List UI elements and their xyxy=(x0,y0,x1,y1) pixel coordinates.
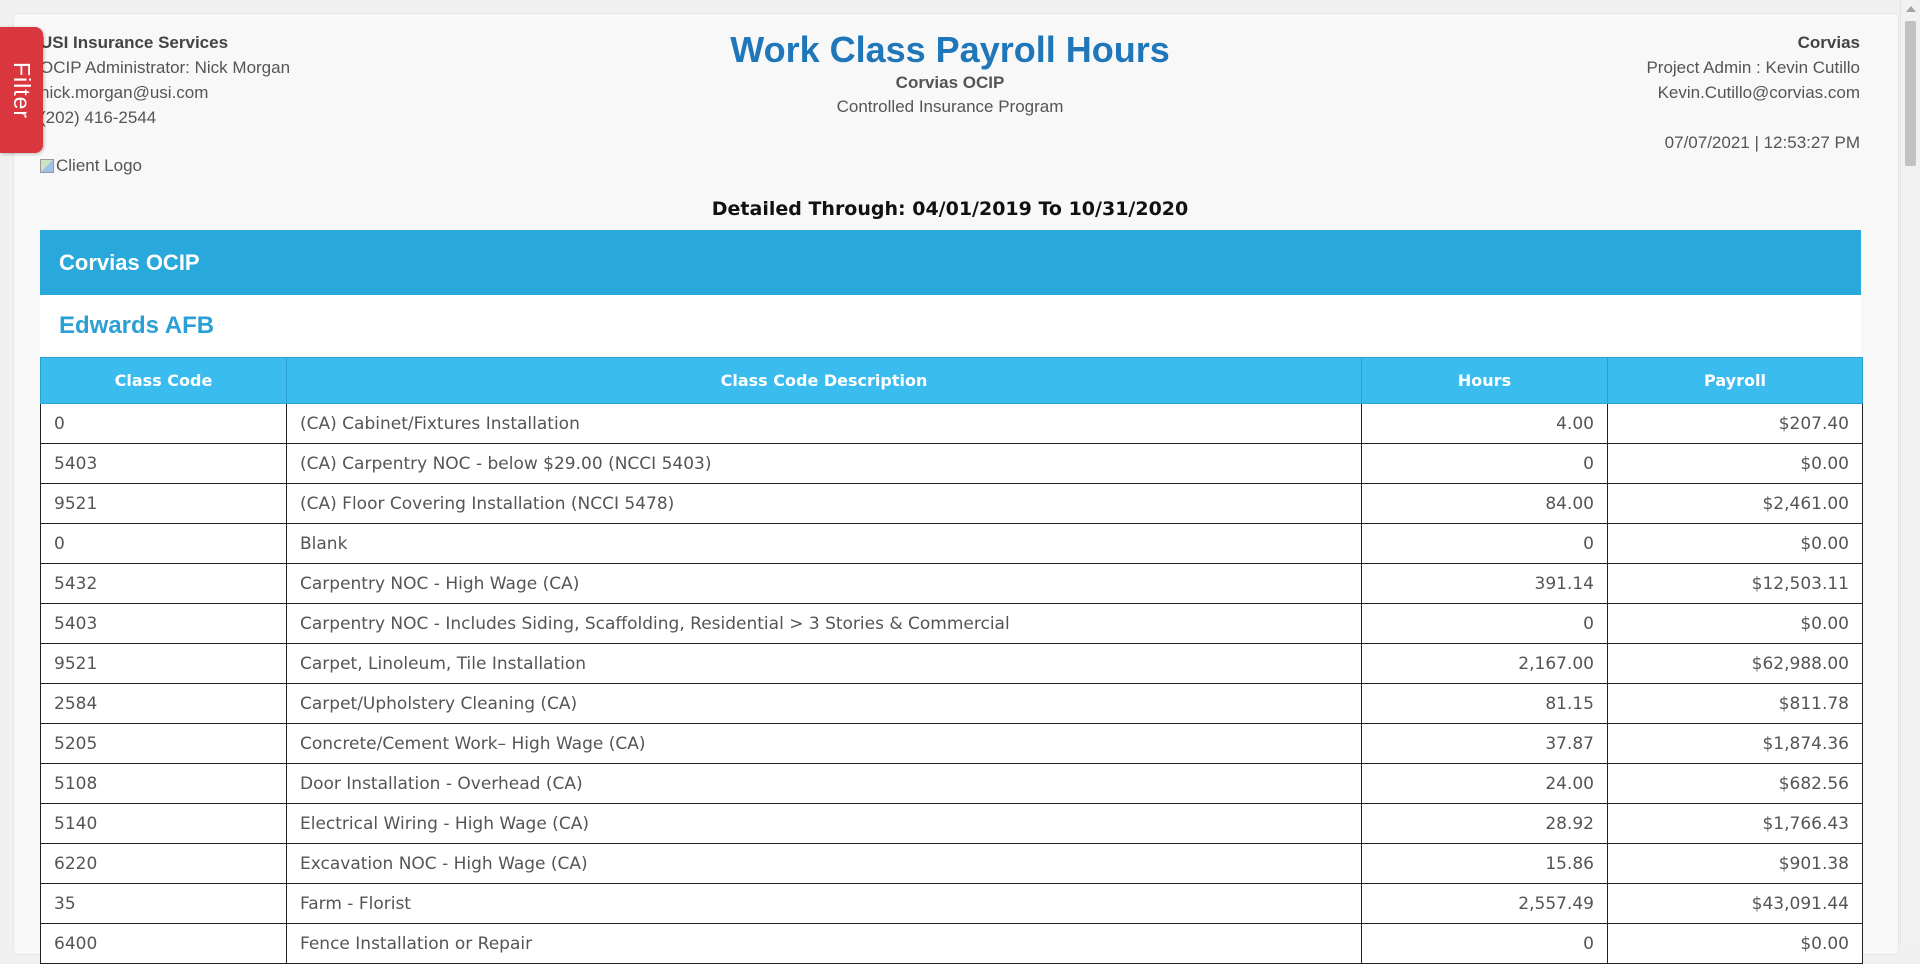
cell-class-code: 9521 xyxy=(40,643,287,684)
cell-description: (CA) Floor Covering Installation (NCCI 5… xyxy=(286,483,1362,524)
cell-class-code: 35 xyxy=(40,883,287,924)
table-row: 5205 Concrete/Cement Work– High Wage (CA)… xyxy=(40,723,1863,764)
col-hours[interactable]: Hours xyxy=(1361,357,1608,404)
cell-class-code: 5403 xyxy=(40,603,287,644)
table-row: 5108 Door Installation - Overhead (CA) 24.… xyxy=(40,763,1863,804)
cell-description: Door Installation - Overhead (CA) xyxy=(286,763,1362,804)
cell-hours: 0 xyxy=(1361,523,1608,564)
cell-description: Blank xyxy=(286,523,1362,564)
date-range: Detailed Through: 04/01/2019 To 10/31/20… xyxy=(711,198,1189,220)
col-class-code[interactable]: Class Code xyxy=(40,357,287,404)
cell-payroll: $0.00 xyxy=(1607,923,1863,964)
report-timestamp: 07/07/2021 | 12:53:27 PM xyxy=(1664,133,1860,152)
cell-hours: 391.14 xyxy=(1361,563,1608,604)
cell-description: Electrical Wiring - High Wage (CA) xyxy=(286,803,1362,844)
program-name: Controlled Insurance Program xyxy=(836,97,1064,116)
cell-payroll: $0.00 xyxy=(1607,523,1863,564)
table-row: 9521 (CA) Floor Covering Installation (NC… xyxy=(40,483,1863,524)
cell-hours: 2,557.49 xyxy=(1361,883,1608,924)
cell-description: Farm - Florist xyxy=(286,883,1362,924)
project-name: Edwards AFB xyxy=(40,295,1861,357)
cell-class-code: 0 xyxy=(40,523,287,564)
table-row: 0 Blank 0 $0.00 xyxy=(40,523,1863,564)
table-row: 6400 Fence Installation or Repair 0 $0.00 xyxy=(40,923,1863,964)
cell-class-code: 9521 xyxy=(40,483,287,524)
cell-hours: 4.00 xyxy=(1361,403,1608,444)
cell-payroll: $207.40 xyxy=(1607,403,1863,444)
cell-description: Concrete/Cement Work– High Wage (CA) xyxy=(286,723,1362,764)
cell-description: Carpet, Linoleum, Tile Installation xyxy=(286,643,1362,684)
table-row: 5403 (CA) Carpentry NOC - below $29.00 (N… xyxy=(40,443,1863,484)
cell-payroll: $43,091.44 xyxy=(1607,883,1863,924)
report-header: Work Class Payroll Hours Corvias OCIP Co… xyxy=(0,28,1900,120)
broken-image-icon xyxy=(40,159,54,173)
page-title: Work Class Payroll Hours xyxy=(730,29,1170,70)
cell-payroll: $12,503.11 xyxy=(1607,563,1863,604)
client-company-name: Corvias xyxy=(1797,33,1860,52)
scrollbar-thumb[interactable] xyxy=(1905,21,1916,166)
payroll-table: Class Code Class Code Description Hours … xyxy=(40,357,1863,964)
cell-description: Carpentry NOC - High Wage (CA) xyxy=(286,563,1362,604)
cell-hours: 2,167.00 xyxy=(1361,643,1608,684)
cell-payroll: $0.00 xyxy=(1607,443,1863,484)
cell-description: (CA) Cabinet/Fixtures Installation xyxy=(286,403,1362,444)
table-row: 35 Farm - Florist 2,557.49 $43,091.44 xyxy=(40,883,1863,924)
cell-payroll: $1,874.36 xyxy=(1607,723,1863,764)
table-row: 5432 Carpentry NOC - High Wage (CA) 391.14… xyxy=(40,563,1863,604)
cell-hours: 15.86 xyxy=(1361,843,1608,884)
program-band: Corvias OCIP xyxy=(40,230,1861,295)
cell-hours: 0 xyxy=(1361,923,1608,964)
cell-payroll: $1,766.43 xyxy=(1607,803,1863,844)
cell-class-code: 5205 xyxy=(40,723,287,764)
cell-hours: 84.00 xyxy=(1361,483,1608,524)
project-admin: Project Admin : Kevin Cutillo xyxy=(1646,58,1860,77)
cell-class-code: 6220 xyxy=(40,843,287,884)
report-subtitle: Corvias OCIP xyxy=(895,73,1005,92)
cell-hours: 24.00 xyxy=(1361,763,1608,804)
client-logo: Client Logo xyxy=(40,156,142,176)
col-payroll[interactable]: Payroll xyxy=(1607,357,1863,404)
table-row: 5140 Electrical Wiring - High Wage (CA) 28… xyxy=(40,803,1863,844)
cell-description: Excavation NOC - High Wage (CA) xyxy=(286,843,1362,884)
scroll-up-arrow-icon[interactable] xyxy=(1906,6,1916,12)
cell-description: Carpentry NOC - Includes Siding, Scaffol… xyxy=(286,603,1362,644)
cell-description: Fence Installation or Repair xyxy=(286,923,1362,964)
client-logo-alt: Client Logo xyxy=(56,156,143,175)
cell-hours: 28.92 xyxy=(1361,803,1608,844)
cell-payroll: $901.38 xyxy=(1607,843,1863,884)
col-class-code-description[interactable]: Class Code Description xyxy=(286,357,1362,404)
cell-hours: 81.15 xyxy=(1361,683,1608,724)
vertical-scrollbar[interactable] xyxy=(1900,0,1920,942)
cell-class-code: 5432 xyxy=(40,563,287,604)
cell-payroll: $0.00 xyxy=(1607,603,1863,644)
cell-hours: 0 xyxy=(1361,443,1608,484)
cell-class-code: 5140 xyxy=(40,803,287,844)
client-contact-block: Corvias Project Admin : Kevin Cutillo Ke… xyxy=(1646,30,1860,155)
table-row: 6220 Excavation NOC - High Wage (CA) 15.86… xyxy=(40,843,1863,884)
cell-class-code: 5108 xyxy=(40,763,287,804)
cell-payroll: $682.56 xyxy=(1607,763,1863,804)
table-row: 9521 Carpet, Linoleum, Tile Installation 2… xyxy=(40,643,1863,684)
table-row: 0 (CA) Cabinet/Fixtures Installation 4.00 $… xyxy=(40,403,1863,444)
cell-payroll: $2,461.00 xyxy=(1607,483,1863,524)
cell-payroll: $811.78 xyxy=(1607,683,1863,724)
table-row: 2584 Carpet/Upholstery Cleaning (CA) 81.15… xyxy=(40,683,1863,724)
table-header-row: Class Code Class Code Description Hours … xyxy=(40,357,1863,404)
cell-hours: 37.87 xyxy=(1361,723,1608,764)
cell-class-code: 6400 xyxy=(40,923,287,964)
cell-class-code: 0 xyxy=(40,403,287,444)
cell-description: Carpet/Upholstery Cleaning (CA) xyxy=(286,683,1362,724)
cell-class-code: 5403 xyxy=(40,443,287,484)
filter-tab-button[interactable]: Filter xyxy=(0,27,43,153)
cell-description: (CA) Carpentry NOC - below $29.00 (NCCI … xyxy=(286,443,1362,484)
cell-class-code: 2584 xyxy=(40,683,287,724)
cell-hours: 0 xyxy=(1361,603,1608,644)
filter-label: Filter xyxy=(9,61,35,119)
client-email: Kevin.Cutillo@corvias.com xyxy=(1657,83,1860,102)
cell-payroll: $62,988.00 xyxy=(1607,643,1863,684)
table-row: 5403 Carpentry NOC - Includes Siding, Sca… xyxy=(40,603,1863,644)
